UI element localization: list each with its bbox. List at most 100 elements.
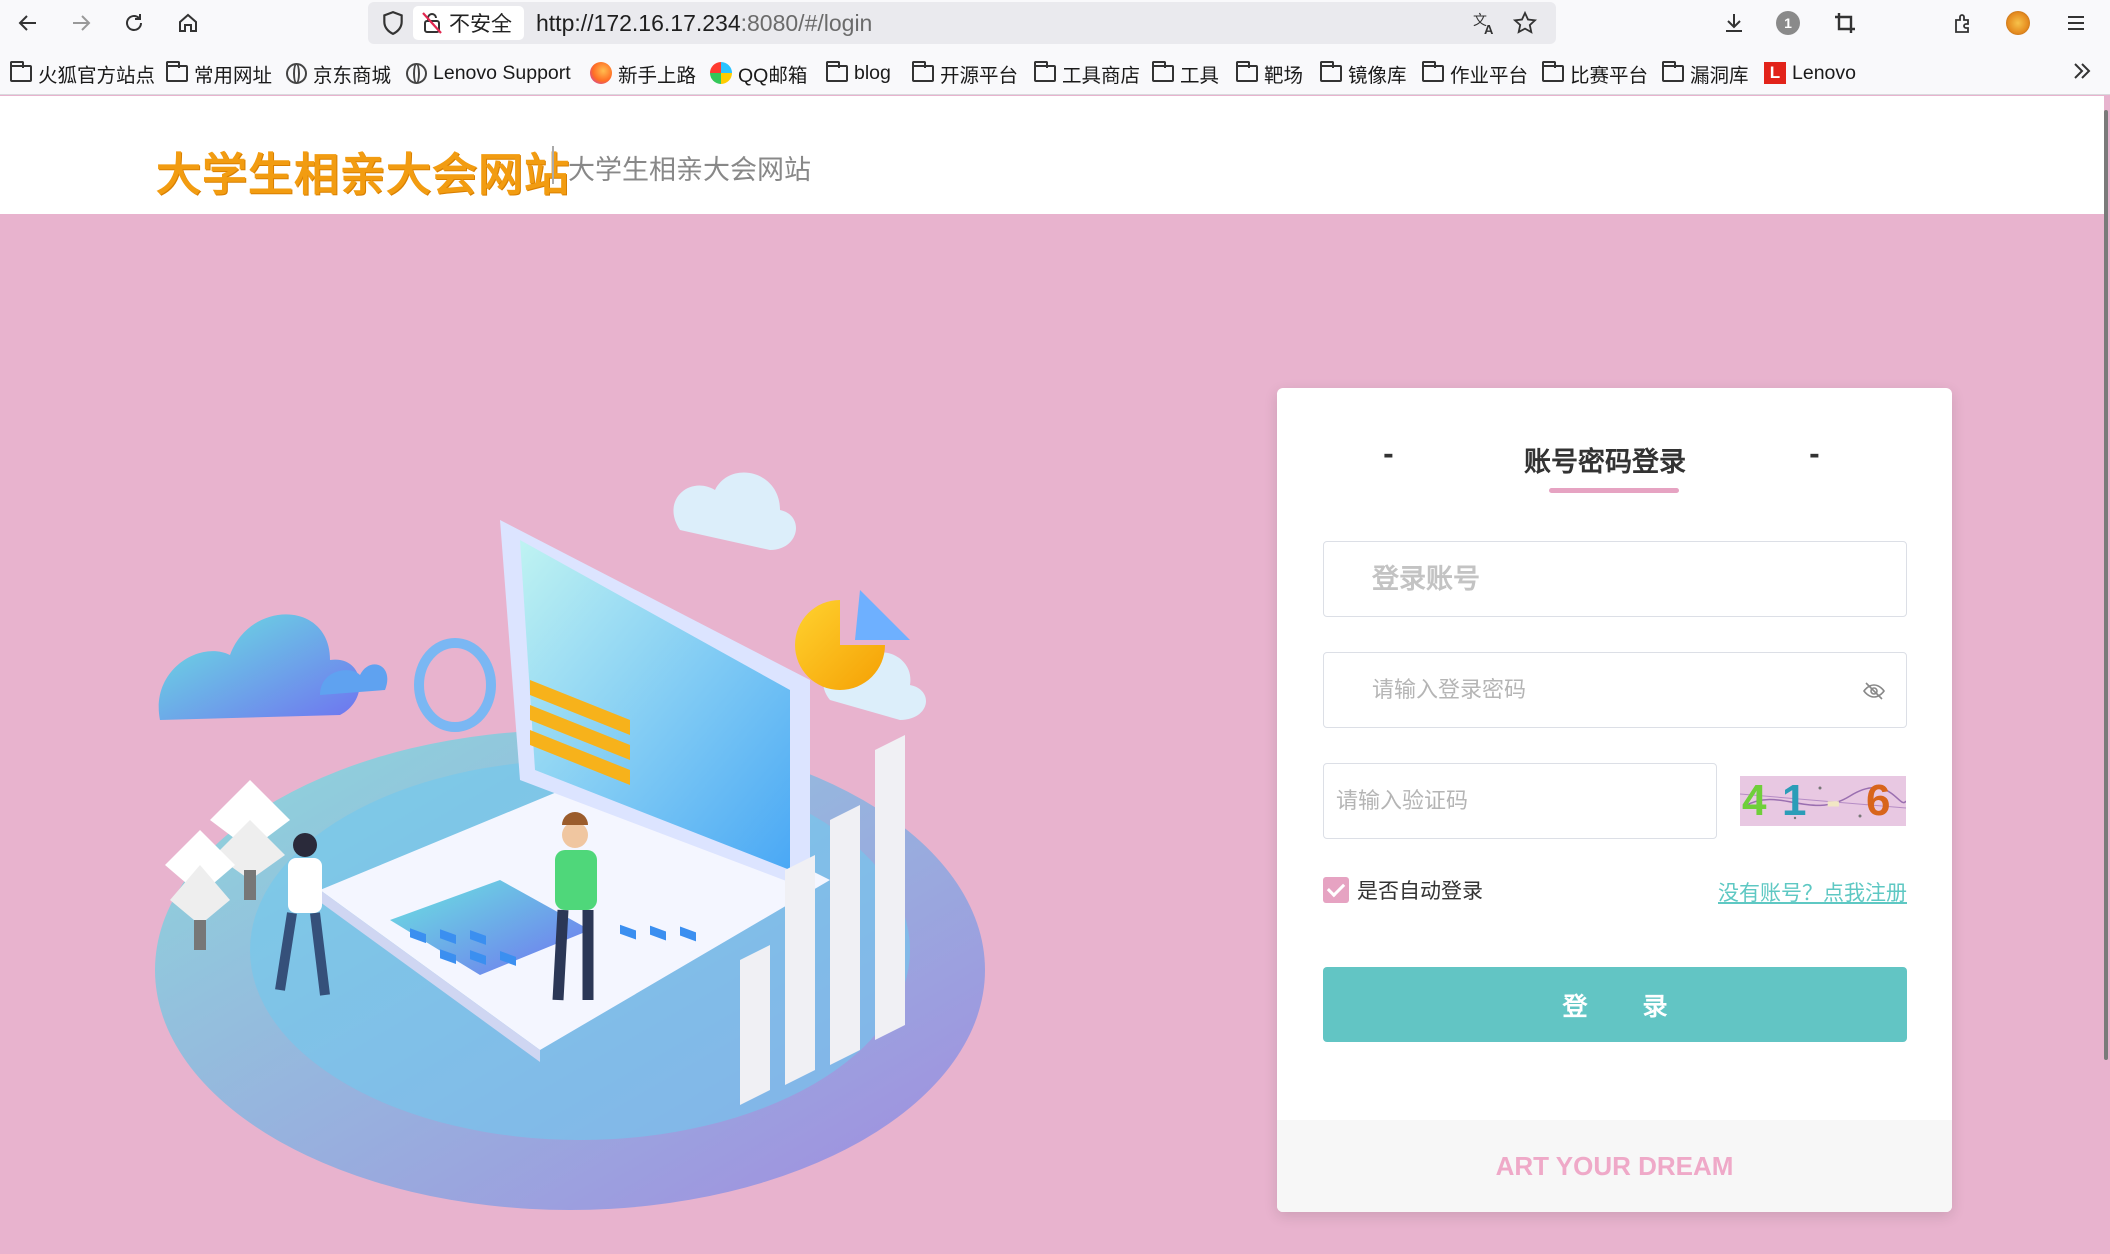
extensions-button[interactable] [1943,6,1983,40]
site-logo[interactable]: 大学生相亲大会网站 [156,138,570,203]
bookmark-label: 漏洞库 [1690,64,1749,87]
bookmark-item[interactable]: 常用网址 [166,56,272,90]
folder-icon [10,60,32,82]
login-tabs: - 账号密码登录 - [1277,440,1952,480]
folder-icon [1542,60,1564,82]
avatar [2006,11,2030,35]
browser-toolbar: 不安全 http://172.16.17.234:8080/#/login 文A… [0,0,2110,46]
broken-lock-icon [422,12,442,34]
bookmark-label: QQ邮箱 [738,64,808,87]
bookmark-label: Lenovo [1792,61,1856,84]
auto-login-checkbox[interactable] [1323,877,1349,903]
captcha-char-1: 4 [1742,776,1767,825]
home-icon [179,13,197,32]
folder-icon [1034,60,1056,82]
magnifier-ring [414,638,496,732]
bookmark-item[interactable]: 京东商城 [286,56,391,90]
svg-text:A: A [1484,22,1494,36]
url-path: :8080/#/login [740,10,873,36]
account-field [1323,541,1907,617]
screenshot-button[interactable] [1825,6,1865,40]
captcha-input[interactable] [1324,764,1716,838]
menu-button[interactable] [2056,6,2096,40]
bookmark-item[interactable]: 工具 [1152,56,1219,90]
password-input[interactable] [1324,653,1906,727]
folder-icon [912,60,934,82]
bookmarks-bar: 火狐官方站点 常用网址 京东商城 Lenovo Support 新手上路 QQ邮箱 blog… [0,56,2110,90]
folder-icon [1422,60,1444,82]
bookmark-item[interactable]: L Lenovo [1764,56,1856,90]
card-footer-slogan: ART YOUR DREAM [1277,1120,1952,1212]
bookmark-item[interactable]: 比赛平台 [1542,56,1648,90]
profile-button[interactable] [1998,6,2038,40]
bookmark-item[interactable]: 靶场 [1236,56,1303,90]
bookmark-label: 工具 [1180,64,1220,87]
extension-badge-button[interactable]: 1 [1768,6,1808,40]
bookmark-label: Lenovo Support [433,61,571,84]
back-button[interactable] [8,6,48,40]
register-link[interactable]: 没有账号？点我注册 [1718,877,1907,907]
shield-icon[interactable] [380,10,406,36]
captcha-image[interactable]: 4 1 - 6 [1740,776,1906,826]
tab-left-placeholder[interactable]: - [1383,440,1394,470]
star-icon [1513,11,1537,34]
lenovo-icon: L [1764,62,1786,84]
qq-icon [710,62,732,84]
pie-slice-decor [855,590,910,640]
bookmark-item[interactable]: 火狐官方站点 [10,56,155,90]
password-field [1323,652,1907,728]
captcha-char-4: 6 [1866,776,1891,825]
reload-button[interactable] [114,6,154,40]
bookmarks-overflow-button[interactable] [2062,54,2102,88]
bookmark-item[interactable]: 镜像库 [1320,56,1407,90]
folder-icon [1152,60,1174,82]
bookmark-star-button[interactable] [1510,9,1540,37]
folder-icon [1320,60,1342,82]
account-input[interactable] [1324,542,1906,616]
double-chevron-right-icon [2074,63,2091,79]
globe-icon [406,62,427,84]
tab-account-password[interactable]: 账号密码登录 [1523,440,1687,479]
url-text[interactable]: http://172.16.17.234:8080/#/login [536,10,872,37]
badge-icon: 1 [1776,11,1800,35]
bookmark-item[interactable]: 漏洞库 [1662,56,1749,90]
address-bar[interactable]: 不安全 http://172.16.17.234:8080/#/login 文A [368,2,1556,44]
login-card: - 账号密码登录 - 4 1 - 6 是否自动登录 没有账号？点我注册 登 录 … [1277,388,1952,1212]
bookmark-label: blog [854,61,891,84]
download-icon [1726,14,1742,32]
badge-count: 1 [1784,15,1792,31]
url-host: http://172.16.17.234 [536,10,741,36]
crop-icon [1835,13,1855,33]
bookmark-item[interactable]: Lenovo Support [406,56,571,90]
bookmark-label: 京东商城 [313,64,392,87]
bookmark-item[interactable]: 开源平台 [912,56,1018,90]
forward-button[interactable] [61,6,101,40]
page-scrollbar[interactable] [2104,110,2108,1060]
bookmark-item[interactable]: 新手上路 [590,56,696,90]
translate-button[interactable]: 文A [1470,9,1500,37]
browser-chrome: 不安全 http://172.16.17.234:8080/#/login 文A… [0,0,2110,95]
back-arrow-icon [18,15,36,31]
login-button[interactable]: 登 录 [1323,967,1907,1042]
insecure-indicator[interactable]: 不安全 [413,6,524,40]
translate-icon: 文A [1473,12,1494,36]
bookmark-label: 常用网址 [194,64,273,87]
bookmark-item[interactable]: 作业平台 [1422,56,1528,90]
bookmark-label: 工具商店 [1062,64,1141,87]
folder-icon [826,60,848,82]
auto-login-option[interactable]: 是否自动登录 [1323,875,1483,905]
tab-right-placeholder[interactable]: - [1809,440,1820,470]
eye-slash-icon[interactable] [1862,679,1886,703]
active-tab-indicator [1549,488,1679,493]
bookmark-label: 靶场 [1264,64,1304,87]
bookmark-label: 火狐官方站点 [38,64,156,87]
bookmark-item[interactable]: blog [826,56,891,90]
bookmark-label: 比赛平台 [1570,64,1649,87]
bookmark-item[interactable]: QQ邮箱 [710,56,807,90]
bookmark-label: 开源平台 [940,64,1019,87]
home-button[interactable] [168,6,208,40]
forward-arrow-icon [73,15,91,31]
bookmark-item[interactable]: 工具商店 [1034,56,1140,90]
downloads-button[interactable] [1714,6,1754,40]
folder-icon [1662,60,1684,82]
